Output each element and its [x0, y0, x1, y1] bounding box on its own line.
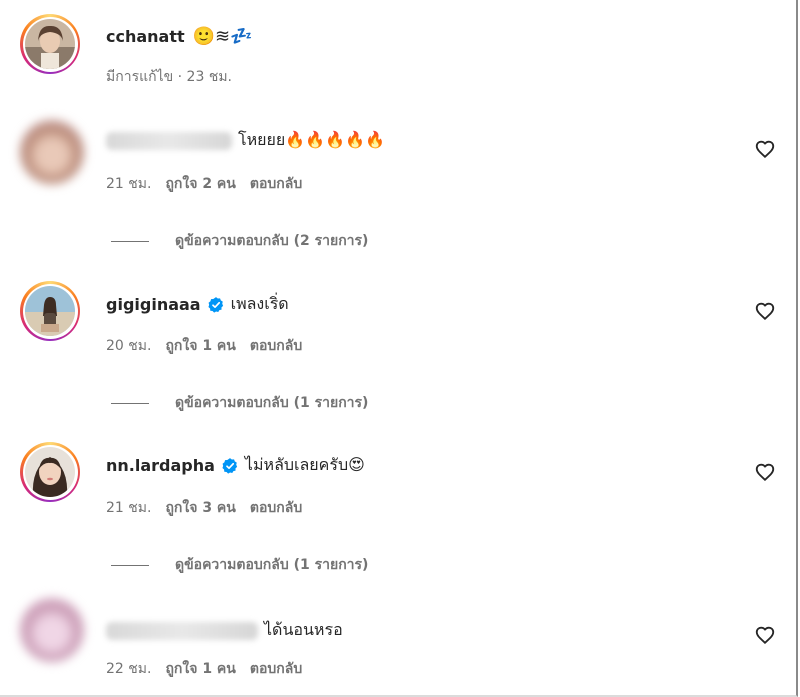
avatar-photo — [25, 447, 75, 497]
comment-username[interactable]: gigiginaaa — [106, 295, 201, 314]
comment-text: ได้นอนหรอ — [264, 620, 343, 639]
reply-button[interactable]: ตอบกลับ — [250, 173, 302, 195]
view-replies-label: ดูข้อความตอบกลับ (1 รายการ) — [175, 395, 369, 411]
comment-meta: 21 ชม. ถูกใจ 3 คน ตอบกลับ — [106, 497, 302, 519]
blurred-username[interactable] — [106, 131, 232, 150]
replies-divider-line — [111, 240, 149, 242]
comment-row: nn.lardapha ไม่หลับเลยครับ😍 — [106, 453, 365, 478]
reply-button[interactable]: ตอบกลับ — [250, 497, 302, 519]
verified-badge-icon — [221, 457, 239, 475]
replies-divider-line — [111, 564, 149, 566]
like-heart-icon[interactable] — [754, 461, 776, 483]
comment-row: โหยยย🔥🔥🔥🔥🔥 — [106, 128, 385, 153]
comment-meta: 22 ชม. ถูกใจ 1 คน ตอบกลับ — [106, 658, 302, 680]
comment-row: gigiginaaa เพลงเริ่ด — [106, 292, 289, 317]
comment-avatar[interactable] — [20, 281, 80, 341]
reply-button[interactable]: ตอบกลับ — [250, 335, 302, 357]
like-heart-icon[interactable] — [754, 138, 776, 160]
view-replies-label: ดูข้อความตอบกลับ (2 รายการ) — [175, 233, 369, 249]
post-meta: มีการแก้ไข · 23 ชม. — [106, 66, 232, 88]
replies-divider-line — [111, 402, 149, 404]
comment-avatar[interactable] — [20, 442, 80, 502]
comment-avatar[interactable] — [20, 120, 84, 184]
post-header: cchanatt 🙂≋💤 — [106, 26, 253, 47]
reply-button[interactable]: ตอบกลับ — [250, 658, 302, 680]
view-replies-label: ดูข้อความตอบกลับ (1 รายการ) — [175, 557, 369, 573]
comment-username[interactable]: nn.lardapha — [106, 456, 215, 475]
comment-likes[interactable]: ถูกใจ 2 คน — [165, 173, 235, 195]
comment-avatar[interactable] — [20, 598, 84, 662]
comment-meta: 20 ชม. ถูกใจ 1 คน ตอบกลับ — [106, 335, 302, 357]
post-author-avatar[interactable] — [20, 14, 80, 74]
view-replies-button[interactable]: ดูข้อความตอบกลับ (2 รายการ) — [111, 230, 368, 252]
comment-text: ไม่หลับเลยครับ😍 — [244, 455, 365, 474]
comment-meta: 21 ชม. ถูกใจ 2 คน ตอบกลับ — [106, 173, 302, 195]
comment-time: 21 ชม. — [106, 500, 152, 516]
blurred-username[interactable] — [106, 621, 258, 640]
comment-row: ได้นอนหรอ — [106, 618, 343, 643]
comment-likes[interactable]: ถูกใจ 1 คน — [165, 335, 235, 357]
comments-panel: cchanatt 🙂≋💤 มีการแก้ไข · 23 ชม. โหยยย🔥🔥… — [0, 0, 798, 697]
post-username[interactable]: cchanatt — [106, 27, 185, 46]
comment-likes[interactable]: ถูกใจ 3 คน — [165, 497, 235, 519]
avatar-photo — [25, 19, 75, 69]
comment-text: เพลงเริ่ด — [230, 294, 289, 313]
avatar-photo — [25, 286, 75, 336]
like-heart-icon[interactable] — [754, 300, 776, 322]
verified-badge-icon — [207, 296, 225, 314]
like-heart-icon[interactable] — [754, 624, 776, 646]
comment-time: 20 ชม. — [106, 338, 152, 354]
view-replies-button[interactable]: ดูข้อความตอบกลับ (1 รายการ) — [111, 554, 368, 576]
status-emoji: 🙂≋💤 — [192, 26, 253, 47]
comment-text: โหยยย🔥🔥🔥🔥🔥 — [238, 130, 385, 149]
comment-likes[interactable]: ถูกใจ 1 คน — [165, 658, 235, 680]
comment-time: 22 ชม. — [106, 661, 152, 677]
comment-time: 21 ชม. — [106, 176, 152, 192]
view-replies-button[interactable]: ดูข้อความตอบกลับ (1 รายการ) — [111, 392, 368, 414]
post-edited-time: มีการแก้ไข · 23 ชม. — [106, 69, 232, 85]
